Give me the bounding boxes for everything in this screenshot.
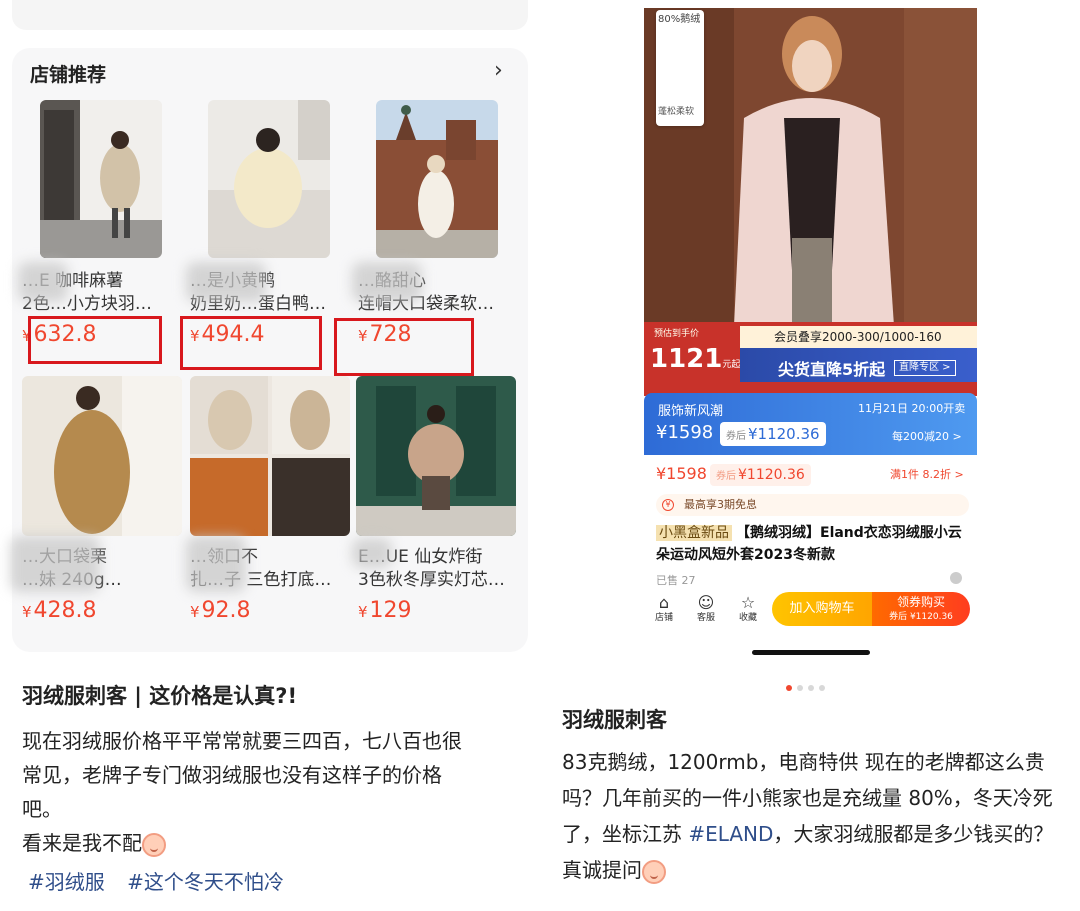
promo-title: 服饰新风潮: [658, 404, 724, 419]
crying-face-icon: [142, 832, 166, 857]
product-image-6[interactable]: [356, 376, 516, 536]
blurred-brand-6: [352, 538, 392, 568]
plaid-jacket-photo: [356, 376, 516, 536]
previous-card-edge: [12, 0, 528, 30]
left-post-tags: #羽绒服 #这个冬天不怕冷: [28, 866, 300, 895]
image-pager[interactable]: [786, 676, 830, 695]
chevron-right-icon[interactable]: ›: [494, 60, 503, 82]
product-title: 小黑盒新品 【鹅绒羽绒】Eland衣恋羽绒服小云朵运动风短外套2023冬新款: [656, 525, 962, 563]
product-price-5: ¥92.8: [190, 598, 251, 623]
price-highlight-box-2: [180, 316, 322, 370]
chat-icon: ☺: [697, 593, 715, 612]
star-icon: ☆: [740, 593, 756, 612]
pager-dot: [786, 685, 792, 691]
product-image-3[interactable]: [376, 100, 498, 258]
thumb-fluffy-label: 蓬松柔软: [658, 107, 695, 117]
cathedral-coat-photo: [376, 100, 498, 258]
sale-text: 尖货直降5折起: [778, 360, 886, 379]
yellow-duck-coat-photo: [208, 100, 330, 258]
thumb-fill-label: 80%鹅绒: [658, 14, 701, 25]
knit-sweater-collage-photo: [190, 376, 350, 536]
right-post-body: 83克鹅绒，1200rmb，电商特供 现在的老牌都这么贵吗？几年前买的一件小熊家…: [562, 750, 1054, 884]
installment-banner[interactable]: 最高享3期免息: [656, 494, 969, 516]
product-image-1[interactable]: [40, 100, 162, 258]
price-highlight-box-3: [334, 318, 474, 376]
coffee-coat-photo: [40, 100, 162, 258]
favorite-tab[interactable]: ☆ 收藏: [730, 594, 766, 624]
hashtag-link[interactable]: #这个冬天不怕冷: [127, 870, 284, 894]
price-highlight-box-1: [28, 316, 162, 364]
promo-price: ¥1598: [656, 422, 714, 443]
estimated-price: 1121元起: [650, 344, 741, 374]
bulk-deal-link[interactable]: 满1件 8.2折 >: [890, 466, 964, 482]
product-image-2[interactable]: [208, 100, 330, 258]
crying-face-icon: [642, 859, 666, 884]
sale-zone-button[interactable]: 直降专区 >: [894, 360, 956, 376]
blurred-brand-2: [186, 262, 266, 302]
blurred-brand-4: [10, 536, 100, 592]
left-post-panel: 店铺推荐 › …E 咖啡麻薯 2色…小方块羽… ¥632.8 奶里奶…蛋白鸭… …: [0, 0, 540, 911]
home-indicator: [752, 650, 870, 655]
left-post-body: 现在羽绒服价格平平常常就要三四百，七八百也很 常见，老牌子专门做羽绒服也没有这样…: [22, 724, 527, 860]
coupon-buy-button[interactable]: 领券购买 券后 ¥1120.36: [872, 592, 970, 626]
shop-recommend-title: 店铺推荐: [30, 64, 107, 86]
yen-icon: ¥: [662, 499, 674, 511]
promo-after-coupon: 券后 ¥1120.36: [720, 422, 826, 446]
add-to-cart-button[interactable]: 加入购物车: [772, 592, 872, 626]
left-post-line: 吧。: [22, 797, 62, 821]
new-product-tag: 小黑盒新品: [656, 525, 732, 541]
blurred-brand-3: [352, 262, 422, 302]
left-post-line: 看来是我不配: [22, 826, 527, 860]
product-image-4[interactable]: [22, 376, 182, 536]
left-post-line: 现在羽绒服价格平平常常就要三四百，七八百也很: [22, 729, 462, 753]
left-post-line: 常见，老牌子专门做羽绒服也没有这样子的价格: [22, 763, 442, 787]
product-image-5[interactable]: [190, 376, 350, 536]
pager-dot: [808, 685, 814, 691]
share-icon[interactable]: [950, 572, 962, 584]
pager-dot: [797, 685, 803, 691]
sold-count: 已售 27: [656, 574, 696, 587]
member-discount-text: 会员叠享2000-300/1000-160: [740, 326, 977, 348]
blurred-brand-5: [186, 536, 246, 592]
promo-date: 11月21日 20:00开卖: [858, 402, 966, 415]
shop-icon: ⌂: [658, 593, 670, 612]
product-price-4: ¥428.8: [22, 598, 97, 623]
camel-long-coat-photo: [22, 376, 182, 536]
shop-tab[interactable]: ⌂ 店铺: [646, 594, 682, 624]
product-screenshot: 80%鹅绒 蓬松柔软 预估到手价 1121元起 会员叠享2000-300/100…: [644, 8, 977, 630]
after-coupon-price: 券后 ¥1120.36: [710, 464, 811, 486]
left-post-title: 羽绒服刺客 | 这价格是认真?!: [22, 684, 298, 708]
promo-rule[interactable]: 每200减20 >: [892, 428, 962, 444]
service-tab[interactable]: ☺ 客服: [688, 594, 724, 624]
estimated-price-label: 预估到手价: [654, 329, 700, 339]
blurred-brand-1: [18, 262, 68, 302]
pager-dot: [819, 685, 825, 691]
right-post-title: 羽绒服刺客: [562, 708, 667, 732]
product-price-6: ¥129: [358, 598, 412, 623]
product-price: ¥1598: [656, 464, 707, 483]
hashtag-link[interactable]: #ELAND: [688, 822, 773, 846]
hashtag-link[interactable]: #羽绒服: [28, 870, 105, 894]
